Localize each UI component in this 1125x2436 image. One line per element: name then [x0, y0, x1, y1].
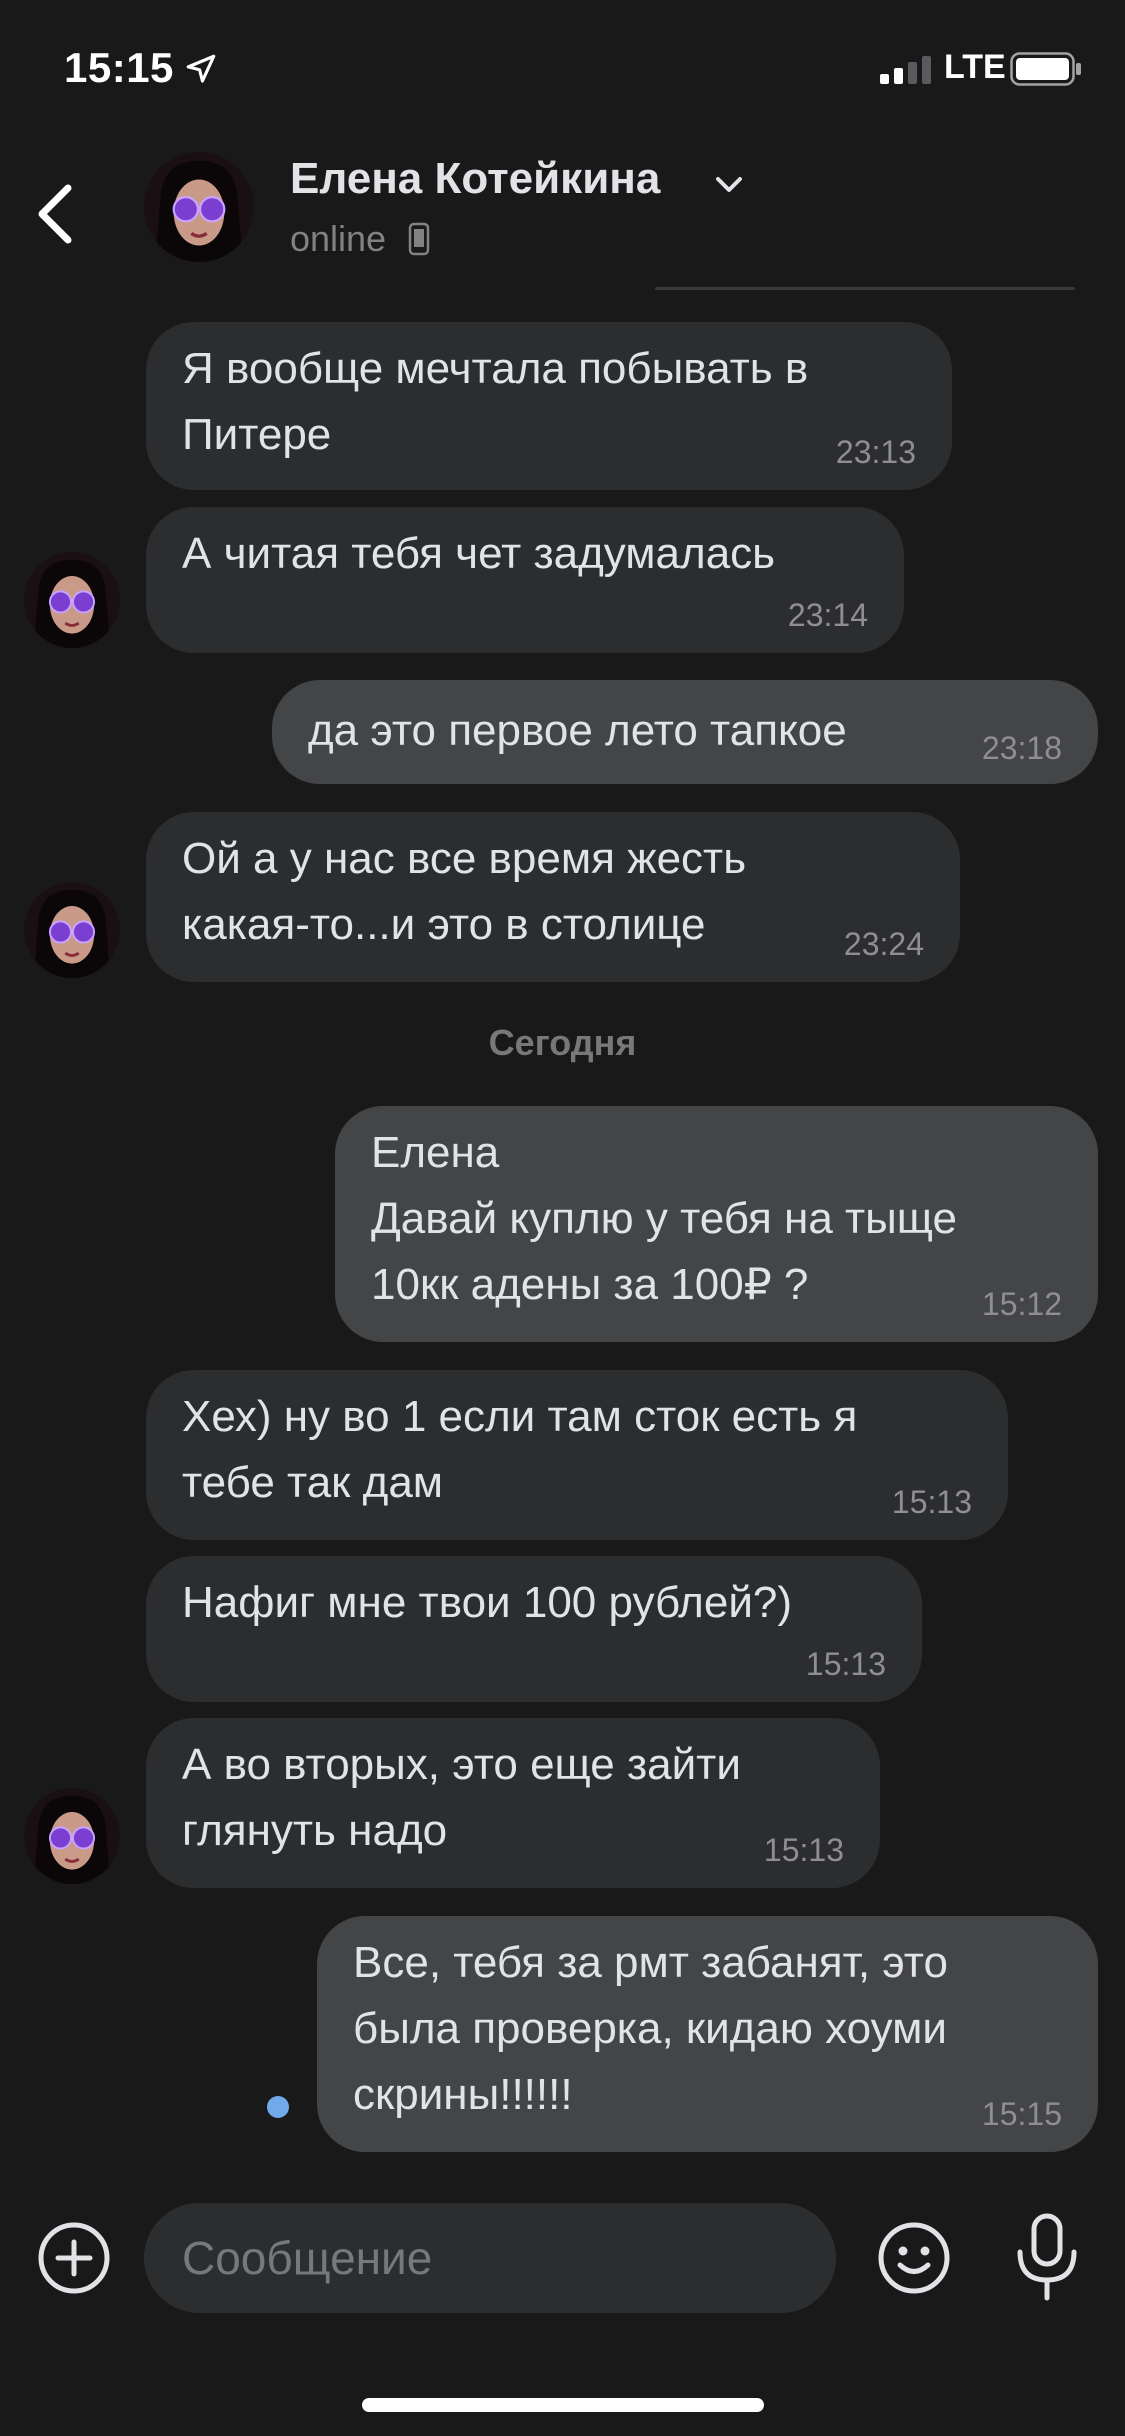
network-type: LTE	[944, 48, 1006, 86]
message-line: глянуть надо	[182, 1806, 448, 1855]
smile-icon[interactable]	[876, 2220, 952, 2296]
date-separator: Сегодня	[488, 1022, 637, 1063]
message-line: была проверка, кидаю хоуми	[353, 2004, 947, 2053]
message-bubble[interactable]: да это первое лето тапкое 23:18	[272, 680, 1098, 784]
contact-status: online	[290, 218, 387, 259]
signal-strength-icon	[880, 56, 931, 84]
plus-circle-icon[interactable]	[36, 2220, 112, 2296]
message-bubble[interactable]: А во вторых, это еще зайти глянуть надо …	[146, 1718, 880, 1888]
message-line: тебе так дам	[182, 1458, 444, 1507]
message-time: 15:13	[805, 1646, 886, 1682]
sender-avatar[interactable]	[24, 552, 120, 648]
message-line: Хех) ну во 1 если там сток есть я	[182, 1392, 858, 1441]
contact-avatar[interactable]	[144, 152, 254, 262]
contact-name[interactable]: Елена Котейкина	[290, 154, 660, 204]
message-time: 15:15	[981, 2096, 1062, 2132]
message-time: 15:13	[891, 1484, 972, 1520]
message-line: да это первое лето тапкое	[308, 706, 847, 755]
unread-indicator	[267, 2096, 289, 2118]
message-time: 23:13	[835, 434, 916, 470]
message-line: какая-то...и это в столице	[182, 900, 706, 949]
message-time: 23:18	[981, 730, 1062, 766]
message-line: А читая тебя чет задумалась	[182, 529, 776, 578]
message-bubble[interactable]: Нафиг мне твои 100 рублей?) 15:13	[146, 1556, 922, 1702]
mobile-phone-icon	[408, 222, 430, 256]
message-line: Нафиг мне твои 100 рублей?)	[182, 1578, 793, 1627]
status-bar: 15:15 LTE	[0, 0, 1125, 130]
message-bubble[interactable]: А читая тебя чет задумалась 23:14	[146, 507, 904, 653]
chevron-down-icon[interactable]	[712, 170, 746, 200]
message-line: Питере	[182, 410, 332, 459]
home-indicator[interactable]	[362, 2398, 764, 2412]
message-bubble[interactable]: Елена Давай куплю у тебя на тыще 10кк ад…	[335, 1106, 1098, 1342]
message-line: А во вторых, это еще зайти	[182, 1740, 741, 1789]
sender-avatar[interactable]	[24, 882, 120, 978]
message-line: 10кк адены за 100₽ ?	[371, 1260, 809, 1309]
message-time: 15:12	[981, 1286, 1062, 1322]
message-bubble[interactable]: Хех) ну во 1 если там сток есть я тебе т…	[146, 1370, 1008, 1540]
back-button[interactable]	[28, 174, 88, 254]
previous-message-edge	[655, 287, 1075, 290]
microphone-icon[interactable]	[1010, 2212, 1084, 2304]
message-time: 23:24	[843, 926, 924, 962]
message-line: Елена	[371, 1128, 500, 1177]
message-line: Давай куплю у тебя на тыще	[371, 1194, 957, 1243]
chat-header: Елена Котейкина online	[0, 130, 1125, 290]
message-line: Ой а у нас все время жесть	[182, 834, 747, 883]
message-time: 23:14	[787, 597, 868, 633]
status-time: 15:15	[64, 44, 174, 91]
message-line: Все, тебя за рмт забанят, это	[353, 1938, 948, 1987]
message-input[interactable]	[144, 2203, 836, 2313]
message-bubble[interactable]: Я вообще мечтала побывать в Питере 23:13	[146, 322, 952, 490]
message-time: 15:13	[763, 1832, 844, 1868]
battery-icon	[1010, 52, 1081, 86]
message-bubble[interactable]: Все, тебя за рмт забанят, это была прове…	[317, 1916, 1098, 2152]
sender-avatar[interactable]	[24, 1788, 120, 1884]
message-line: скрины!!!!!!	[353, 2070, 573, 2119]
message-bubble[interactable]: Ой а у нас все время жесть какая-то...и …	[146, 812, 960, 982]
message-line: Я вообще мечтала побывать в	[182, 344, 809, 393]
location-arrow-icon	[186, 54, 216, 83]
